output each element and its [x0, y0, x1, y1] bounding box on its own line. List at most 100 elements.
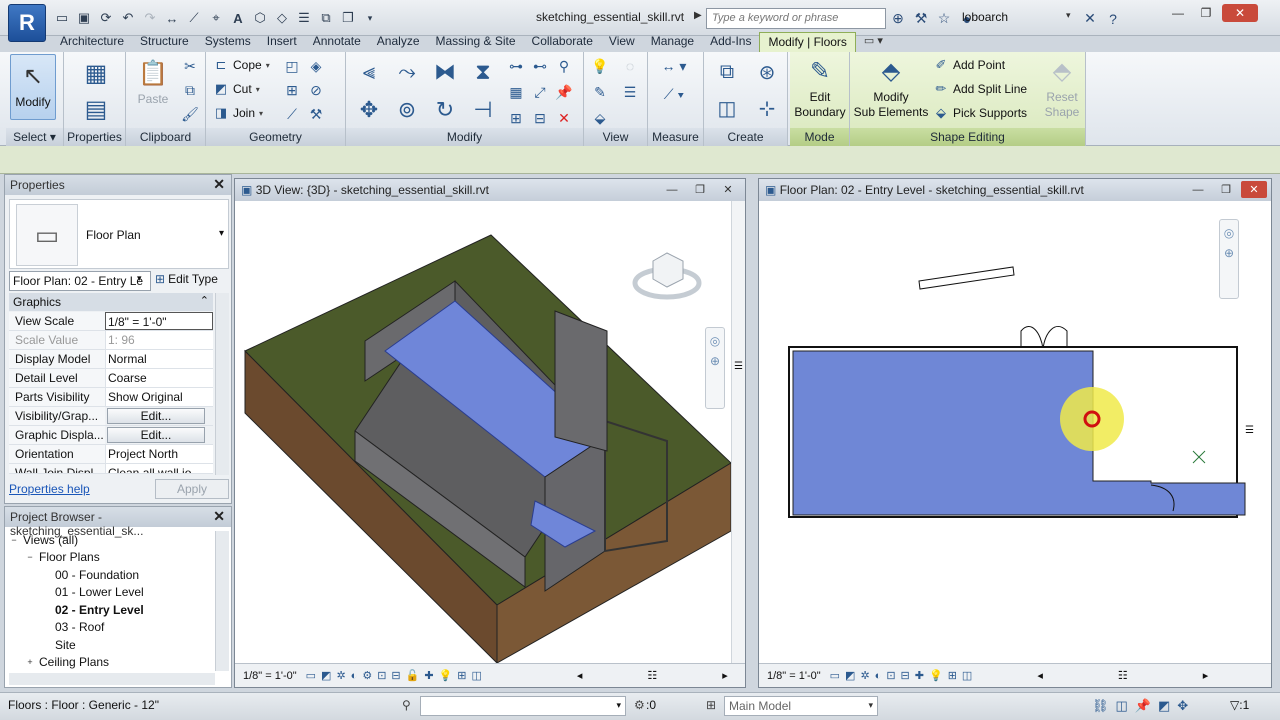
- show-crop-icon[interactable]: ⊟: [391, 669, 400, 682]
- thin-lines-icon[interactable]: ☰: [294, 8, 314, 28]
- open-icon[interactable]: ▭: [52, 8, 72, 28]
- minimize-icon[interactable]: —: [1185, 181, 1211, 198]
- measure-between-icon[interactable]: ↔ ▾: [652, 56, 696, 76]
- rotate-icon[interactable]: ↻: [428, 94, 462, 126]
- hscroll-thumb-icon[interactable]: ☷: [647, 669, 657, 682]
- close-hidden-icon[interactable]: ⧉: [316, 8, 336, 28]
- hide-icon[interactable]: 💡: [590, 56, 610, 76]
- trim-multiple-icon[interactable]: ⊞: [506, 108, 526, 128]
- unlock-view-icon[interactable]: 🔓: [406, 669, 420, 682]
- split-face-icon[interactable]: ◰: [282, 56, 302, 76]
- plan-scrollbar[interactable]: ☰: [1243, 409, 1257, 449]
- tag-icon[interactable]: ⌖: [206, 8, 226, 28]
- mirror-axis-icon[interactable]: ⧓: [428, 56, 462, 88]
- add-point-button[interactable]: ✐ Add Point: [932, 56, 1006, 74]
- zoom-icon[interactable]: ⊕: [1224, 246, 1234, 260]
- split-icon[interactable]: ⟋: [282, 104, 302, 124]
- select-underlay-icon[interactable]: ◫: [1116, 698, 1128, 714]
- property-value[interactable]: Normal: [105, 350, 213, 368]
- aligned-dimension-icon[interactable]: ⟋ ▾: [652, 84, 696, 104]
- collapse-icon[interactable]: ⌃: [200, 294, 209, 307]
- tab-annotate[interactable]: Annotate: [305, 32, 369, 52]
- trim-icon[interactable]: ⊣: [466, 94, 500, 126]
- 3d-icon[interactable]: ⬡: [250, 8, 270, 28]
- search-input[interactable]: Type a keyword or phrase: [706, 8, 886, 29]
- split-gap-icon[interactable]: ⊷: [530, 56, 550, 76]
- tree-toggle-icon[interactable]: −: [9, 535, 19, 545]
- override-icon[interactable]: ◌: [620, 56, 640, 76]
- application-menu-button[interactable]: R: [8, 4, 46, 42]
- design-options-icon[interactable]: ⊞: [706, 698, 716, 712]
- close-icon[interactable]: ✕: [1241, 181, 1267, 198]
- scale-icon[interactable]: ⤢: [530, 82, 550, 102]
- tab-add-ins[interactable]: Add-Ins: [702, 32, 759, 52]
- create-assembly-icon[interactable]: ◫: [710, 92, 744, 124]
- highlight-icon[interactable]: ◫: [962, 669, 972, 682]
- close-icon[interactable]: ✕: [213, 508, 225, 525]
- scroll-left-icon[interactable]: ◂: [577, 669, 583, 682]
- editable-only-icon[interactable]: ⚙: [634, 698, 645, 712]
- favorites-icon[interactable]: ☆: [934, 8, 954, 29]
- zoom-icon[interactable]: ⊕: [710, 354, 720, 368]
- select-links-icon[interactable]: ⛓: [1092, 698, 1109, 714]
- apply-button[interactable]: Apply: [155, 479, 229, 499]
- render-icon[interactable]: ⚙: [362, 669, 372, 682]
- undo-icon[interactable]: ↶: [118, 8, 138, 28]
- temporary-hide-icon[interactable]: ✚: [915, 669, 924, 682]
- sun-path-icon[interactable]: ✲: [336, 669, 345, 682]
- close-icon[interactable]: ✕: [1222, 4, 1258, 22]
- property-value[interactable]: Show Original: [105, 388, 213, 406]
- user-name[interactable]: loboarch: [962, 10, 1008, 24]
- edit-type-button[interactable]: ⊞ Edit Type: [155, 272, 218, 286]
- cut-geometry-button[interactable]: ◩ Cut ▾: [212, 80, 260, 98]
- visual-style-icon[interactable]: ◩: [321, 669, 331, 682]
- modify-sub-elements-button[interactable]: ⬘ Modify Sub Elements: [852, 54, 930, 120]
- restore-icon[interactable]: ❐: [1194, 4, 1218, 22]
- cope-button[interactable]: ⊏ Cope ▾: [212, 56, 270, 74]
- split-element-icon[interactable]: ⊶: [506, 56, 526, 76]
- cut-icon[interactable]: ✂: [180, 56, 200, 76]
- create-similar-icon[interactable]: ⊹: [750, 92, 784, 124]
- tab-structure[interactable]: Structure: [132, 32, 197, 52]
- workset-field[interactable]: ▾: [420, 696, 626, 716]
- detail-level-icon[interactable]: ▭: [830, 669, 840, 682]
- reset-shape-button[interactable]: ⬘ Reset Shape: [1040, 54, 1084, 120]
- wall-joins-icon[interactable]: ⊞: [282, 80, 302, 100]
- hammer-icon[interactable]: ⚒: [306, 104, 326, 124]
- scroll-right-icon[interactable]: ▸: [1203, 669, 1209, 682]
- mirror-draw-icon[interactable]: ⧗: [466, 56, 500, 88]
- cope-dropdown-icon[interactable]: ▾: [266, 61, 270, 70]
- design-option-field[interactable]: Main Model ▾: [724, 696, 878, 716]
- exchange-icon[interactable]: ✕: [1080, 8, 1100, 29]
- scroll-left-icon[interactable]: ◂: [1037, 669, 1043, 682]
- browser-node[interactable]: − Views (all): [9, 531, 215, 549]
- user-dropdown-icon[interactable]: ▾: [1066, 10, 1071, 21]
- shadows-icon[interactable]: ◐: [875, 670, 882, 682]
- instance-dropdown-icon[interactable]: ▾: [137, 273, 142, 284]
- view-scale-label[interactable]: 1/8" = 1'-0": [243, 670, 297, 682]
- customize-icon[interactable]: ▾: [360, 8, 380, 28]
- cut-dropdown-icon[interactable]: ▾: [256, 85, 260, 94]
- close-icon[interactable]: ✕: [213, 176, 225, 193]
- analytical-model-icon[interactable]: ⊞: [457, 669, 466, 682]
- close-icon[interactable]: ✕: [715, 181, 741, 198]
- join-button[interactable]: ◨ Join ▾: [212, 104, 263, 122]
- temporary-hide-icon[interactable]: ✚: [424, 669, 433, 682]
- ribbon-minimize-icon[interactable]: ▭ ▾: [856, 32, 891, 52]
- offset-icon[interactable]: ⤳: [390, 56, 424, 88]
- save-icon[interactable]: ▣: [74, 8, 94, 28]
- edit-boundary-button[interactable]: ✎ Edit Boundary: [792, 54, 848, 120]
- hscroll-thumb-icon[interactable]: ☷: [1118, 669, 1128, 682]
- instance-filter[interactable]: Floor Plan: 02 - Entry Le: [9, 271, 151, 291]
- section-icon[interactable]: ◇: [272, 8, 292, 28]
- property-value[interactable]: Coarse: [105, 369, 213, 387]
- workset-dropdown-icon[interactable]: ▾: [616, 700, 621, 711]
- text-icon[interactable]: A: [228, 8, 248, 28]
- browser-scrollbar[interactable]: [215, 531, 229, 671]
- shadows-icon[interactable]: ◐: [351, 670, 358, 682]
- graphic-display-edit-button[interactable]: Edit...: [107, 427, 205, 443]
- design-option-dropdown-icon[interactable]: ▾: [868, 700, 873, 711]
- pick-supports-button[interactable]: ⬙ Pick Supports: [932, 104, 1027, 122]
- create-group-icon[interactable]: ⊛: [750, 56, 784, 88]
- sun-path-icon[interactable]: ✲: [860, 669, 869, 682]
